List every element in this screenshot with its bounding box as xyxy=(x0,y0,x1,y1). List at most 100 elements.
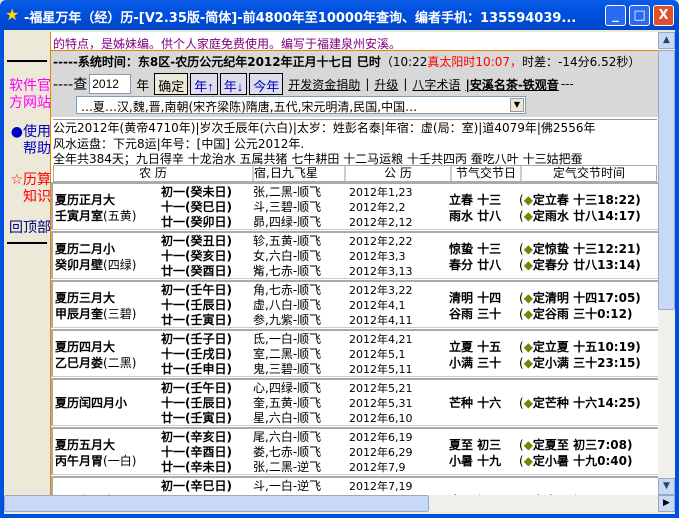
lunar-day: 廿一(癸酉日) xyxy=(161,264,232,278)
dynasty-select[interactable]: …夏…汉,魏,晋,南朝(宋齐梁陈)隋唐,五代,宋元明清,民国,中国… ▼ xyxy=(76,96,526,114)
solar-term-time: (◆定谷雨 三十0:12) xyxy=(519,307,633,321)
lunar-month: 夏历四月大 乙巳月娄(二黑) xyxy=(55,339,136,371)
confirm-button[interactable]: 确定 xyxy=(154,73,189,95)
solar-term-time-text: 定谷雨 三十0:12) xyxy=(532,307,633,321)
solar-term-time-text: 定小满 三十23:15) xyxy=(532,356,641,370)
gregorian-date: 2012年5,1 xyxy=(349,348,406,361)
solar-term-time-text: 定雨水 廿八14:17) xyxy=(532,209,641,223)
month-star: (一白) xyxy=(103,454,137,468)
gregorian-date: 2012年4,21 xyxy=(349,333,413,346)
year-input[interactable] xyxy=(89,74,132,94)
lunar-day: 初一(癸未日) xyxy=(161,185,232,199)
lunar-day: 初一(辛亥日) xyxy=(161,430,232,444)
scroll-thumb[interactable] xyxy=(4,495,429,512)
close-button[interactable]: X xyxy=(653,5,674,26)
solar-term: 春分 廿八 xyxy=(449,258,502,272)
minimize-button[interactable]: _ xyxy=(605,5,626,26)
lunar-day: 初一(壬午日) xyxy=(161,381,232,395)
mansion-star: 心,四绿-顺飞 xyxy=(253,381,322,395)
tea-link[interactable]: |安溪名茶-铁观音 xyxy=(465,76,558,93)
solar-term: 芒种 十六 xyxy=(449,396,502,410)
mansion-star: 氐,一白-顺飞 xyxy=(253,332,322,346)
year-up-button[interactable]: 年↑ xyxy=(190,73,218,95)
month-star: (三碧) xyxy=(103,307,137,321)
lunar-day: 廿一(壬寅日) xyxy=(161,411,232,425)
mansion-star: 尾,六白-顺飞 xyxy=(253,430,322,444)
solar-term: 惊蛰 十三 xyxy=(449,242,502,256)
mansion-star: 虚,八白-顺飞 xyxy=(253,298,322,312)
maximize-button[interactable]: □ xyxy=(629,5,650,26)
year-down-button[interactable]: 年↓ xyxy=(219,73,248,95)
mansion-star: 星,六白-顺飞 xyxy=(253,411,322,425)
lunar-day: 十一(壬辰日) xyxy=(161,298,232,312)
lunar-month: 夏历二月小 癸卯月壁(四绿) xyxy=(55,241,136,273)
month-name: 夏历二月小 xyxy=(55,242,116,256)
solar-term-time: (◆定立夏 十五10:19) xyxy=(519,340,641,354)
chevron-down-icon[interactable]: ▼ xyxy=(510,98,524,112)
donate-link[interactable]: 开发资金捐助 xyxy=(288,76,360,93)
month-block: 夏历五月大 丙午月胃(一白) 初一(辛亥日) 尾,六白-顺飞 2012年6,19 十一(辛… xyxy=(51,427,658,475)
gregorian-date: 2012年4,1 xyxy=(349,299,406,312)
year-info: 公元2012年(黄帝4710年)|岁次壬辰年(六白)|太岁：姓彭名泰|年宿：虚(… xyxy=(53,119,657,168)
mansion-star: 觜,七赤-顺飞 xyxy=(253,264,322,278)
year-info-line: 风水运盘：下元8运|年号：[中国] 公元2012年. xyxy=(53,136,305,151)
solar-term-time-text: 定立夏 十五10:19) xyxy=(532,340,641,354)
lunar-day: 廿一(壬申日) xyxy=(161,362,232,376)
true-solar-time: 真太阳时10:07， xyxy=(427,55,523,69)
lunar-day: 初一(壬子日) xyxy=(161,332,232,346)
solar-term: 雨水 廿八 xyxy=(449,209,502,223)
diamond-icon: ◆ xyxy=(523,193,533,207)
mansion-star: 斗,三碧-顺飞 xyxy=(253,200,322,214)
solar-term-time: (◆定春分 廿八13:14) xyxy=(519,258,641,272)
lunar-day: 廿一(辛未日) xyxy=(161,460,232,474)
system-time-label: 系统时间：东8区-农历公元纪年2012年正月十七日 巳时 xyxy=(77,55,381,69)
calendar-knowledge-link[interactable]: ☆历算知识 xyxy=(7,172,51,206)
this-year-button[interactable]: 今年 xyxy=(249,73,284,95)
month-block: 夏历三月大 甲辰月奎(三碧) 初一(壬午日) 角,七赤-顺飞 2012年3,22 十一(壬… xyxy=(51,280,658,328)
sidebar: 软件官方网站 ●使用帮助 ☆历算知识 回顶部 xyxy=(4,30,51,495)
column-header: 节气交节日 xyxy=(452,166,522,181)
scroll-down-button[interactable]: ▼ xyxy=(658,478,675,495)
scroll-up-button[interactable]: ▲ xyxy=(658,32,675,49)
gregorian-date: 2012年7,9 xyxy=(349,461,406,474)
solar-term: 夏至 初三 xyxy=(449,438,502,452)
scroll-thumb[interactable] xyxy=(658,50,675,310)
lunar-day: 十一(癸巳日) xyxy=(161,200,232,214)
solar-term-time-text: 定小暑 十九0:40) xyxy=(532,454,633,468)
month-name: 夏历五月大 xyxy=(55,438,116,452)
mansion-star: 张,二黑-顺飞 xyxy=(253,185,322,199)
table-header: 农 历 宿,日九飞星 公 历 节气交节日 定气交节时间 xyxy=(53,165,657,182)
year-info-line: 公元2012年(黄帝4710年)|岁次壬辰年(六白)|太岁：姓彭名泰|年宿：虚(… xyxy=(53,121,596,135)
month-star: (五黄) xyxy=(103,209,137,223)
prefix: ----- xyxy=(53,55,78,69)
month-ganzhi: 壬寅月室 xyxy=(55,209,104,223)
diamond-icon: ◆ xyxy=(523,340,533,354)
horizontal-scrollbar[interactable]: ▶ xyxy=(4,495,675,512)
system-time: -----系统时间：东8区-农历公元纪年2012年正月十七日 巳时（10:22真… xyxy=(53,53,640,70)
month-block: 夏历六月小初一(辛巳日)斗,一白-逆飞2012年7,19大暑 初四(◆定大暑 初… xyxy=(51,476,658,495)
lunar-month: 夏历三月大 甲辰月奎(三碧) xyxy=(55,290,136,322)
app-star-icon: ★ xyxy=(5,5,20,24)
solar-term-time-text: 定芒种 十六14:25) xyxy=(532,396,641,410)
search-row: ----查 年 确定 年↑ 年↓ 今年 开发资金捐助| 升级| 八字术语 |安溪… xyxy=(53,73,574,95)
diamond-icon: ◆ xyxy=(523,242,533,256)
official-site-link[interactable]: 软件官方网站 xyxy=(7,78,51,112)
scroll-right-button[interactable]: ▶ xyxy=(658,495,675,512)
solar-term-time: (◆定芒种 十六14:25) xyxy=(519,396,641,410)
marquee-text: 的特点，是姊妹编。供个人家庭免费使用。编写于福建泉州安溪。 xyxy=(51,32,658,51)
control-panel: -----系统时间：东8区-农历公元纪年2012年正月十七日 巳时（10:22真… xyxy=(51,51,658,117)
help-link[interactable]: ●使用帮助 xyxy=(7,124,51,158)
solar-term-time-text: 定清明 十四17:05) xyxy=(532,291,641,305)
mansion-star: 轸,五黄-顺飞 xyxy=(253,234,322,248)
diamond-icon: ◆ xyxy=(523,307,533,321)
month-ganzhi: 甲辰月奎 xyxy=(55,307,104,321)
mansion-star: 女,六白-顺飞 xyxy=(253,249,322,263)
vertical-scrollbar[interactable]: ▲ ▼ xyxy=(658,32,675,495)
column-header: 定气交节时间 xyxy=(552,166,625,180)
divider xyxy=(7,60,47,62)
diamond-icon: ◆ xyxy=(523,396,533,410)
bazi-terms-link[interactable]: 八字术语 xyxy=(412,76,460,93)
upgrade-link[interactable]: 升级 xyxy=(374,76,398,93)
back-to-top-link[interactable]: 回顶部 xyxy=(7,220,51,237)
mansion-star: 斗,一白-逆飞 xyxy=(253,479,322,493)
